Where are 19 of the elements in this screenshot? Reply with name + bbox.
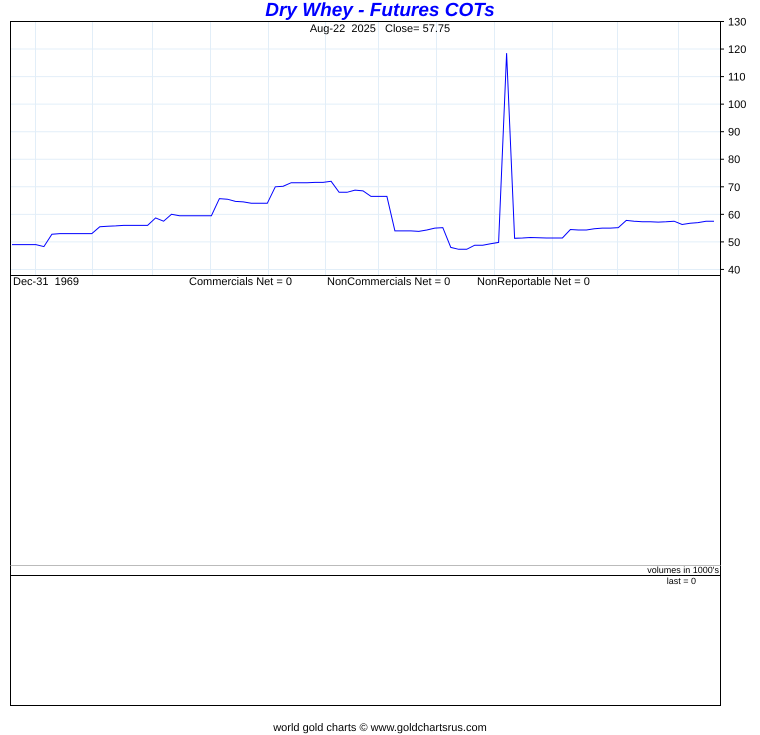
- axis-label: 70: [728, 182, 740, 194]
- axis-label: 90: [728, 126, 740, 139]
- axis-label: 40: [728, 264, 740, 276]
- net-reading: NonReportable Net = 0: [477, 276, 591, 289]
- net-reading: NonCommercials Net = 0: [327, 276, 452, 289]
- volume-caption: volumes in 1000's: [647, 566, 720, 575]
- axis-label: 110: [728, 72, 746, 84]
- last-reading: last = 0: [666, 576, 696, 587]
- axis-label: 100: [728, 99, 746, 112]
- chart-title: Dry Whey - Futures COTs: [265, 0, 495, 21]
- footer-credit: world gold charts © www.goldchartsrus.com: [273, 722, 487, 734]
- axis-label: 130: [728, 16, 746, 28]
- net-reading: Commercials Net = 0: [189, 276, 294, 289]
- date-label: Dec-31 1969: [13, 276, 80, 289]
- axis-label: 120: [728, 44, 746, 56]
- axis-label: 80: [728, 154, 740, 166]
- axis-label: 50: [728, 236, 740, 249]
- chart-subtitle: Aug-22 2025 Close= 57.75: [310, 23, 450, 35]
- axis-label: 60: [728, 209, 740, 222]
